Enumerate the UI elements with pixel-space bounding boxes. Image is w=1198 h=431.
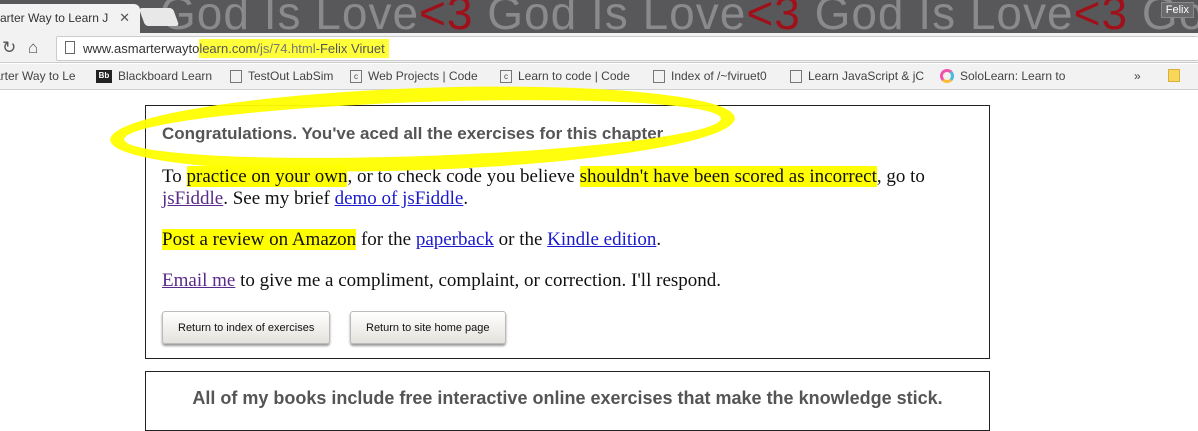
tab-title: arter Way to Learn J: [0, 11, 109, 25]
bookmarks-bar: arter Way to Le Bb Blackboard Learn TestO…: [0, 64, 1198, 90]
url-text: www.asmarterwaytolearn.com/js/74.html-Fe…: [83, 39, 389, 58]
page-icon: [230, 69, 242, 83]
bookmark[interactable]: arter Way to Le: [0, 69, 76, 83]
completion-panel: Congratulations. You've aced all the exe…: [145, 105, 990, 359]
bookmark[interactable]: SoloLearn: Learn to: [940, 69, 1065, 83]
email-paragraph: Email me to give me a compliment, compla…: [162, 270, 722, 291]
home-icon[interactable]: ⌂: [28, 38, 38, 58]
return-index-button[interactable]: Return to index of exercises: [162, 311, 331, 344]
congrats-heading: Congratulations. You've aced all the exe…: [162, 124, 668, 143]
new-tab-button[interactable]: [138, 8, 180, 26]
books-panel: All of my books include free interactive…: [145, 371, 990, 431]
paperback-link[interactable]: paperback: [416, 229, 494, 250]
bookmark[interactable]: Bb Blackboard Learn: [96, 69, 212, 83]
email-link[interactable]: Email me: [162, 270, 235, 291]
bookmark[interactable]: c Learn to code | Code: [500, 69, 630, 83]
bookmark[interactable]: TestOut LabSim: [230, 69, 333, 83]
theme-watermark: God Is Love<3 God Is Love<3 God Is Love<…: [160, 0, 1198, 33]
demo-jsfiddle-link[interactable]: demo of jsFiddle: [335, 188, 464, 209]
bookmark[interactable]: Learn JavaScript & jC: [790, 69, 924, 83]
tab-bar: God Is Love<3 God Is Love<3 God Is Love<…: [0, 0, 1198, 33]
page-icon: [790, 69, 802, 83]
bookmark[interactable]: c Web Projects | Code: [350, 69, 478, 83]
toolbar: ↻ ⌂ www.asmarterwaytolearn.com/js/74.htm…: [0, 33, 1198, 63]
address-bar[interactable]: www.asmarterwaytolearn.com/js/74.html-Fe…: [56, 36, 1198, 61]
close-icon[interactable]: ✕: [119, 10, 130, 26]
practice-paragraph: To practice on your own, or to check cod…: [162, 166, 925, 209]
profile-button[interactable]: Felix: [1160, 2, 1194, 18]
page-icon: [653, 69, 665, 83]
codecademy-icon: c: [350, 69, 362, 83]
blackboard-icon: Bb: [96, 69, 112, 83]
books-heading: All of my books include free interactive…: [192, 388, 943, 408]
jsfiddle-link[interactable]: jsFiddle: [162, 188, 223, 209]
sololearn-icon: [940, 69, 954, 83]
reload-icon[interactable]: ↻: [2, 38, 16, 58]
bookmark[interactable]: Index of /~fviruet0: [653, 69, 767, 83]
more-bookmarks-button[interactable]: »: [1134, 69, 1141, 83]
review-paragraph: Post a review on Amazon for the paperbac…: [162, 229, 662, 250]
page-icon: [65, 41, 75, 54]
folder-icon[interactable]: [1168, 69, 1180, 82]
kindle-link[interactable]: Kindle edition: [547, 229, 656, 250]
browser-tab[interactable]: arter Way to Learn J ✕: [0, 4, 140, 33]
return-home-button[interactable]: Return to site home page: [350, 311, 506, 344]
codecademy-icon: c: [500, 69, 512, 83]
